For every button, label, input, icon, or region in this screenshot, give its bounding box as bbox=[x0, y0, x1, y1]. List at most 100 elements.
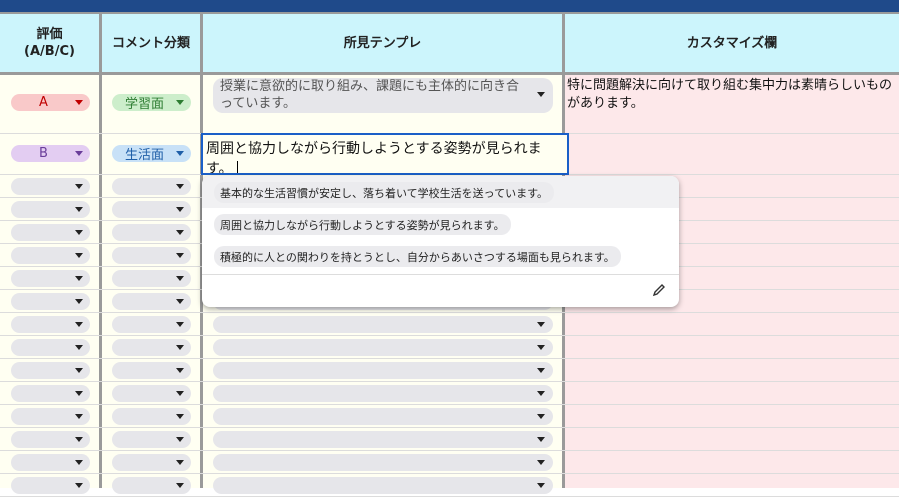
chevron-down-icon bbox=[537, 322, 545, 327]
category-dropdown[interactable] bbox=[112, 477, 191, 494]
template-dropdown[interactable] bbox=[213, 408, 553, 425]
row-divider bbox=[0, 335, 899, 336]
chevron-down-icon bbox=[537, 368, 545, 373]
category-dropdown[interactable] bbox=[112, 178, 191, 195]
chevron-down-icon bbox=[176, 184, 184, 189]
category-dropdown[interactable] bbox=[112, 362, 191, 379]
category-dropdown[interactable] bbox=[112, 270, 191, 287]
template-dropdown[interactable] bbox=[213, 316, 553, 333]
chevron-down-icon bbox=[75, 230, 83, 235]
template-value: 授業に意欲的に取り組み、課題にも主体的に向き合っています。 bbox=[220, 79, 520, 111]
header-custom[interactable]: カスタマイズ欄 bbox=[565, 14, 899, 72]
category-dropdown[interactable]: 生活面 bbox=[112, 145, 191, 163]
rating-dropdown[interactable]: A bbox=[11, 94, 90, 111]
chevron-down-icon bbox=[75, 322, 83, 327]
template-dropdown[interactable] bbox=[213, 362, 553, 379]
category-dropdown[interactable] bbox=[112, 316, 191, 333]
header-template[interactable]: 所見テンプレ bbox=[203, 14, 562, 72]
header-rating[interactable]: 評価 (A/B/C) bbox=[0, 14, 99, 72]
template-dropdown[interactable]: 授業に意欲的に取り組み、課題にも主体的に向き合っています。 bbox=[213, 78, 553, 113]
chevron-down-icon bbox=[75, 299, 83, 304]
chevron-down-icon bbox=[75, 151, 83, 156]
chevron-down-icon bbox=[537, 460, 545, 465]
row-divider bbox=[0, 312, 899, 313]
category-dropdown[interactable] bbox=[112, 454, 191, 471]
chevron-down-icon bbox=[176, 483, 184, 488]
chevron-down-icon bbox=[75, 483, 83, 488]
row-divider bbox=[0, 473, 899, 474]
chevron-down-icon bbox=[75, 414, 83, 419]
chevron-down-icon bbox=[75, 100, 83, 105]
pencil-icon[interactable] bbox=[651, 282, 667, 298]
chevron-down-icon bbox=[537, 414, 545, 419]
rating-dropdown[interactable] bbox=[11, 454, 90, 471]
top-bar bbox=[0, 0, 899, 12]
template-dropdown[interactable] bbox=[213, 385, 553, 402]
category-dropdown[interactable] bbox=[112, 201, 191, 218]
chevron-down-icon bbox=[176, 253, 184, 258]
chevron-down-icon bbox=[176, 414, 184, 419]
row-divider bbox=[0, 427, 899, 428]
chevron-down-icon bbox=[176, 345, 184, 350]
rating-dropdown[interactable] bbox=[11, 224, 90, 241]
category-dropdown[interactable] bbox=[112, 408, 191, 425]
chevron-down-icon bbox=[75, 207, 83, 212]
chevron-down-icon bbox=[176, 207, 184, 212]
text-cursor bbox=[236, 161, 238, 173]
chevron-down-icon bbox=[537, 437, 545, 442]
template-input-text: 周囲と協力しながら行動しようとする姿勢が見られます。 bbox=[206, 141, 542, 175]
rating-dropdown[interactable] bbox=[11, 270, 90, 287]
chevron-down-icon bbox=[176, 100, 184, 105]
chevron-down-icon bbox=[537, 483, 545, 488]
rating-value: A bbox=[39, 95, 48, 110]
rating-dropdown[interactable] bbox=[11, 339, 90, 356]
chevron-down-icon bbox=[75, 437, 83, 442]
rating-dropdown[interactable]: B bbox=[11, 145, 90, 162]
dropdown-option[interactable]: 基本的な生活習慣が安定し、落ち着いて学校生活を送っています。 bbox=[214, 182, 555, 203]
dropdown-option[interactable]: 周囲と協力しながら行動しようとする姿勢が見られます。 bbox=[214, 214, 511, 235]
row-divider bbox=[0, 381, 899, 382]
category-dropdown[interactable] bbox=[112, 339, 191, 356]
template-dropdown[interactable] bbox=[213, 431, 553, 448]
category-dropdown[interactable] bbox=[112, 431, 191, 448]
chevron-down-icon bbox=[176, 460, 184, 465]
chevron-down-icon bbox=[176, 299, 184, 304]
rating-dropdown[interactable] bbox=[11, 293, 90, 310]
chevron-down-icon bbox=[537, 391, 545, 396]
rating-value: B bbox=[39, 146, 48, 161]
rating-dropdown[interactable] bbox=[11, 316, 90, 333]
header-category[interactable]: コメント分類 bbox=[102, 14, 200, 72]
chevron-down-icon bbox=[537, 345, 545, 350]
chevron-down-icon bbox=[537, 92, 545, 97]
category-value: 生活面 bbox=[124, 148, 164, 163]
rating-dropdown[interactable] bbox=[11, 178, 90, 195]
template-dropdown[interactable] bbox=[213, 339, 553, 356]
rating-dropdown[interactable] bbox=[11, 477, 90, 494]
divider bbox=[202, 274, 679, 275]
category-dropdown[interactable] bbox=[112, 385, 191, 402]
template-edit-input[interactable]: 周囲と協力しながら行動しようとする姿勢が見られます。 bbox=[201, 133, 569, 175]
custom-text[interactable]: 特に問題解決に向けて取り組む集中力は素晴らしいものがあります。 bbox=[567, 77, 899, 113]
chevron-down-icon bbox=[176, 437, 184, 442]
rating-dropdown[interactable] bbox=[11, 362, 90, 379]
chevron-down-icon bbox=[75, 391, 83, 396]
row-divider bbox=[0, 450, 899, 451]
category-dropdown[interactable] bbox=[112, 224, 191, 241]
row-divider bbox=[0, 404, 899, 405]
rating-dropdown[interactable] bbox=[11, 408, 90, 425]
row-divider bbox=[0, 358, 899, 359]
chevron-down-icon bbox=[176, 151, 184, 156]
template-dropdown[interactable] bbox=[213, 454, 553, 471]
chevron-down-icon bbox=[75, 368, 83, 373]
dropdown-option[interactable]: 積極的に人との関わりを持とうとし、自分からあいさつする場面も見られます。 bbox=[214, 246, 621, 267]
template-dropdown[interactable] bbox=[213, 477, 553, 494]
chevron-down-icon bbox=[176, 276, 184, 281]
category-dropdown[interactable] bbox=[112, 293, 191, 310]
category-dropdown[interactable] bbox=[112, 247, 191, 264]
chevron-down-icon bbox=[75, 253, 83, 258]
rating-dropdown[interactable] bbox=[11, 247, 90, 264]
rating-dropdown[interactable] bbox=[11, 431, 90, 448]
category-dropdown[interactable]: 学習面 bbox=[112, 94, 191, 112]
rating-dropdown[interactable] bbox=[11, 385, 90, 402]
rating-dropdown[interactable] bbox=[11, 201, 90, 218]
